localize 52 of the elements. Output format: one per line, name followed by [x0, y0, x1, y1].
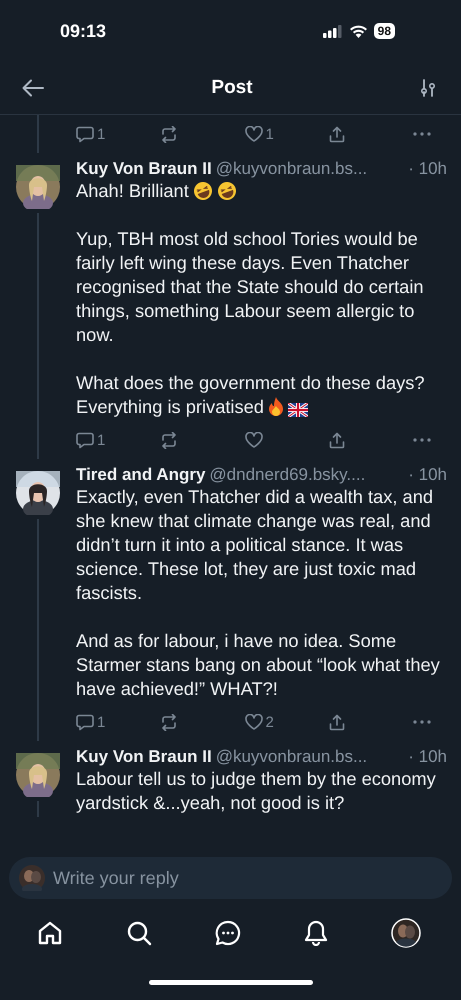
- repost-icon: [160, 126, 178, 142]
- like-button[interactable]: 1: [244, 126, 274, 142]
- more-icon: [413, 720, 431, 724]
- post-time: · 10h: [408, 159, 447, 179]
- status-time: 09:13: [60, 20, 106, 42]
- wifi-icon: [348, 24, 368, 38]
- signal-icon: [322, 24, 343, 38]
- flag-icon: [288, 403, 308, 417]
- author-name[interactable]: Kuy Von Braun II: [76, 747, 212, 767]
- post-text: And as for labour, i have no idea. Some Starmer stans bang on about “look what they have achieved!” WHAT?!: [76, 629, 441, 701]
- share-icon: [328, 126, 345, 142]
- share-icon: [328, 714, 345, 730]
- repost-icon: [160, 432, 178, 448]
- reply-button[interactable]: 1: [76, 714, 106, 730]
- heart-icon: [244, 432, 262, 448]
- heart-icon: [244, 126, 262, 142]
- post-time: · 10h: [408, 747, 447, 767]
- post-text: What does the government do these days? Everything is privatised: [76, 371, 426, 419]
- post-text: Exactly, even Thatcher did a wealth tax, and she knew that climate change was real, and didn’t turn it into a political stance. It was science. These lot, they are just toxic mad fascists.: [76, 485, 434, 605]
- speech-bubble-icon: [76, 714, 94, 730]
- speech-bubble-icon: [76, 126, 94, 142]
- post-text: Labour tell us to judge them by the economy yardstick &...yeah, not good is it?: [76, 767, 437, 815]
- author-name[interactable]: Tired and Angry: [76, 465, 206, 485]
- laughing-emoji-icon: [216, 181, 237, 201]
- settings-sliders-icon[interactable]: [420, 79, 436, 97]
- reply-button[interactable]: 1: [76, 432, 106, 448]
- author-name[interactable]: Kuy Von Braun II: [76, 159, 212, 179]
- search-icon[interactable]: [126, 920, 152, 946]
- chat-bubble-icon[interactable]: [215, 920, 241, 946]
- post-text: Yup, TBH most old school Tories would be fairly left wing these days. Even Thatcher recognised that the State should do certain things, something Labour seem allergic to now.: [76, 227, 425, 347]
- reply-button[interactable]: 1: [76, 126, 106, 142]
- share-icon: [328, 432, 345, 448]
- page-title: Post: [211, 77, 253, 99]
- reply-field[interactable]: Write your reply: [9, 857, 452, 899]
- post-time: · 10h: [408, 465, 447, 485]
- author-handle[interactable]: @kuyvonbraun.bs...: [216, 747, 368, 767]
- battery-indicator: 98: [374, 23, 395, 39]
- home-icon[interactable]: [37, 920, 63, 946]
- bell-icon[interactable]: [304, 920, 328, 946]
- speech-bubble-icon: [76, 432, 94, 448]
- like-button[interactable]: 2: [244, 714, 274, 730]
- post-text: Ahah! Brilliant: [76, 179, 447, 203]
- author-handle[interactable]: @dndnerd69.bsky....: [209, 465, 366, 485]
- home-indicator[interactable]: [148, 980, 312, 984]
- fire-emoji-icon: [268, 397, 284, 417]
- more-icon: [413, 132, 431, 136]
- heart-icon: [244, 714, 262, 730]
- more-icon: [413, 438, 431, 442]
- laughing-emoji-icon: [192, 181, 213, 201]
- author-handle[interactable]: @kuyvonbraun.bs...: [216, 159, 368, 179]
- repost-icon: [160, 714, 178, 730]
- back-arrow-icon[interactable]: [22, 79, 44, 97]
